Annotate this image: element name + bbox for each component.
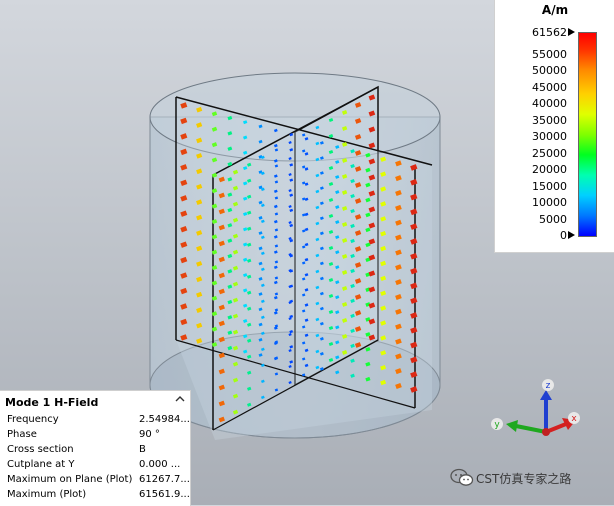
y-axis-label: y — [494, 420, 500, 430]
watermark-text: CST仿真专家之路 — [476, 472, 572, 486]
legend-tick-label: 10000 — [532, 196, 567, 210]
legend-color-bar — [578, 32, 597, 237]
chevron-up-icon[interactable] — [175, 395, 185, 406]
axis-triad[interactable]: z y x — [486, 376, 582, 448]
info-row: Phase 90 ° — [0, 429, 190, 444]
legend-tick-label: 45000 — [532, 80, 567, 94]
legend-max-label: 61562 — [532, 26, 567, 39]
color-legend: A/m 61562 55000 50000 45000 40000 35000 30000… — [494, 0, 614, 253]
info-row-value: 0.000 ... — [139, 459, 181, 470]
info-row: Maximum (Plot) 61561.9... — [0, 489, 190, 504]
legend-unit: A/m — [541, 3, 569, 17]
info-row-value: 61561.9... — [139, 489, 190, 500]
legend-min-marker[interactable] — [568, 231, 575, 239]
legend-tick-label: 15000 — [532, 179, 567, 193]
legend-tick-label: 25000 — [532, 146, 567, 160]
watermark: CST仿真专家之路 — [450, 468, 610, 490]
info-row: Frequency 2.54984... — [0, 414, 190, 429]
legend-tick-label: 5000 — [539, 212, 567, 226]
info-panel: Mode 1 H-Field Frequency 2.54984... Phase 9… — [0, 390, 191, 506]
legend-tick-label: 35000 — [532, 113, 567, 127]
legend-tick-label: 20000 — [532, 163, 567, 177]
info-row: Maximum on Plane (Plot) 61267.7... — [0, 474, 190, 489]
legend-tick-label: 50000 — [532, 64, 567, 78]
legend-max-marker[interactable] — [568, 28, 575, 36]
legend-min-label: 0 — [560, 229, 567, 242]
info-row-value: 2.54984... — [139, 414, 190, 425]
info-row-value: 90 ° — [139, 429, 160, 440]
info-row-key: Maximum on Plane (Plot) — [7, 474, 133, 485]
info-row-key: Cutplane at Y — [7, 459, 75, 470]
info-row-key: Maximum (Plot) — [7, 489, 87, 500]
legend-tick-label: 30000 — [532, 130, 567, 144]
info-panel-title: Mode 1 H-Field — [5, 396, 99, 409]
z-axis-label: z — [546, 381, 551, 391]
legend-tick-label: 40000 — [532, 97, 567, 111]
info-row-value: B — [139, 444, 146, 455]
info-row-key: Cross section — [7, 444, 74, 455]
info-row-key: Phase — [7, 429, 37, 440]
info-row-key: Frequency — [7, 414, 59, 425]
info-row: Cross section B — [0, 444, 190, 459]
info-row: Cutplane at Y 0.000 ... — [0, 459, 190, 474]
wechat-icon — [450, 468, 474, 486]
x-axis-label: x — [571, 414, 577, 424]
legend-tick-label: 55000 — [532, 47, 567, 61]
info-row-value: 61267.7... — [139, 474, 190, 485]
